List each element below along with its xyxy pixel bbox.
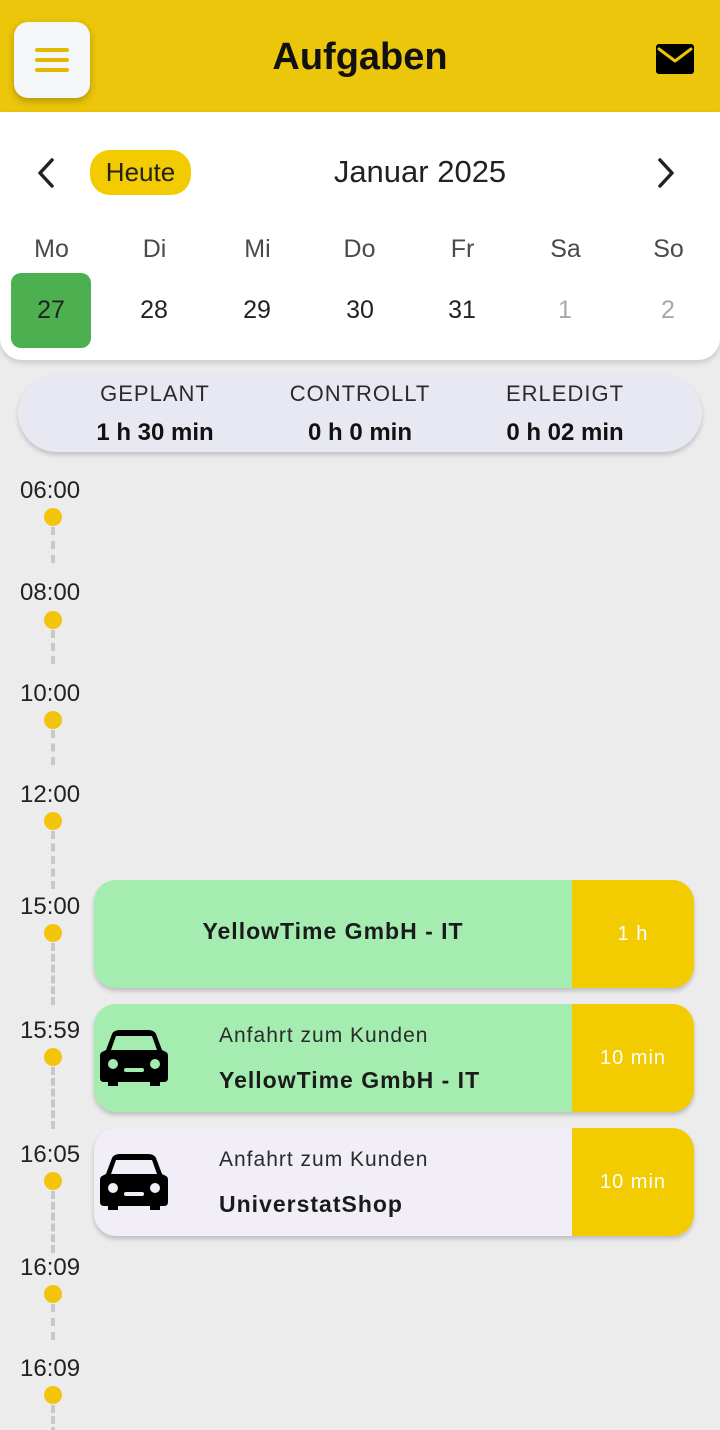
timeline-dot <box>44 711 62 729</box>
day-27[interactable]: 27 <box>11 273 91 348</box>
task-card[interactable]: Anfahrt zum Kunden YellowTime GmbH - IT … <box>94 1004 694 1112</box>
chevron-left-icon[interactable] <box>32 156 60 190</box>
timeline-connector <box>51 1405 55 1430</box>
timeline-connector <box>51 831 55 889</box>
timeline-dot <box>44 812 62 830</box>
day-29[interactable]: 29 <box>217 273 297 348</box>
controlled-value: 0 h 0 min <box>307 419 413 446</box>
timeline-dot <box>44 924 62 942</box>
timeline-connector <box>51 943 55 1005</box>
car-icon <box>100 1154 168 1210</box>
timeline-dot <box>44 1172 62 1190</box>
task-subtitle: Anfahrt zum Kunden <box>219 1024 429 1047</box>
day-28[interactable]: 28 <box>114 273 194 348</box>
day-1[interactable]: 1 <box>525 273 605 348</box>
task-card[interactable]: Anfahrt zum Kunden UniverstatShop 10 min <box>94 1128 694 1236</box>
weekday-di: Di <box>142 235 167 263</box>
time-label: 08:00 <box>20 579 81 606</box>
task-duration: 10 min <box>572 1004 694 1112</box>
week-calendar: Heute Januar 2025 Mo Di Mi Do Fr Sa So 2… <box>0 112 720 360</box>
task-duration: 10 min <box>572 1128 694 1236</box>
weekday-mo: Mo <box>34 235 69 263</box>
task-title: YellowTime GmbH - IT <box>202 918 464 944</box>
task-duration: 1 h <box>572 880 694 988</box>
time-label: 16:09 <box>20 1254 81 1281</box>
timeline-dot <box>44 508 62 526</box>
day-31[interactable]: 31 <box>422 273 502 348</box>
timeline-connector <box>51 730 55 765</box>
planned-label: GEPLANT <box>100 381 210 406</box>
time-label: 15:59 <box>20 1017 81 1044</box>
timeline-dot <box>44 1386 62 1404</box>
timeline-connector <box>51 527 55 563</box>
timeline-connector <box>51 1191 55 1253</box>
time-label: 16:05 <box>20 1141 81 1168</box>
timeline-dot <box>44 611 62 629</box>
time-label: 16:09 <box>20 1355 81 1382</box>
page-title: Aufgaben <box>272 36 448 78</box>
time-summary: GEPLANT 1 h 30 min CONTROLLT 0 h 0 min E… <box>18 374 702 452</box>
timeline-dot <box>44 1285 62 1303</box>
task-title: YellowTime GmbH - IT <box>219 1067 481 1093</box>
today-button[interactable]: Heute <box>90 150 191 195</box>
timeline-connector <box>51 1304 55 1340</box>
weekday-fr: Fr <box>450 235 475 263</box>
weekday-do: Do <box>343 235 376 263</box>
timeline-dot <box>44 1048 62 1066</box>
time-label: 10:00 <box>20 680 81 707</box>
app-bar: Aufgaben <box>0 0 720 112</box>
weekday-so: So <box>653 235 684 263</box>
done-value: 0 h 02 min <box>506 419 624 446</box>
done-label: ERLEDIGT <box>505 381 625 406</box>
timeline-connector <box>51 630 55 664</box>
task-subtitle: Anfahrt zum Kunden <box>219 1148 429 1171</box>
task-card[interactable]: YellowTime GmbH - IT 1 h <box>94 880 694 988</box>
weekday-sa: Sa <box>550 235 581 263</box>
chevron-right-icon[interactable] <box>652 156 680 190</box>
mail-icon[interactable] <box>655 43 695 75</box>
controlled-label: CONTROLLT <box>289 381 431 406</box>
task-title: UniverstatShop <box>219 1191 403 1217</box>
day-2[interactable]: 2 <box>628 273 708 348</box>
timeline-connector <box>51 1067 55 1129</box>
planned-value: 1 h 30 min <box>96 419 214 446</box>
weekday-mi: Mi <box>244 235 271 263</box>
car-icon <box>100 1030 168 1086</box>
time-label: 12:00 <box>20 781 81 808</box>
timeline[interactable]: 06:00 08:00 10:00 12:00 15:00 15:59 16:0… <box>0 467 720 1430</box>
day-30[interactable]: 30 <box>320 273 400 348</box>
time-label: 15:00 <box>20 893 81 920</box>
month-label: Januar 2025 <box>333 154 507 189</box>
time-label: 06:00 <box>20 477 81 504</box>
